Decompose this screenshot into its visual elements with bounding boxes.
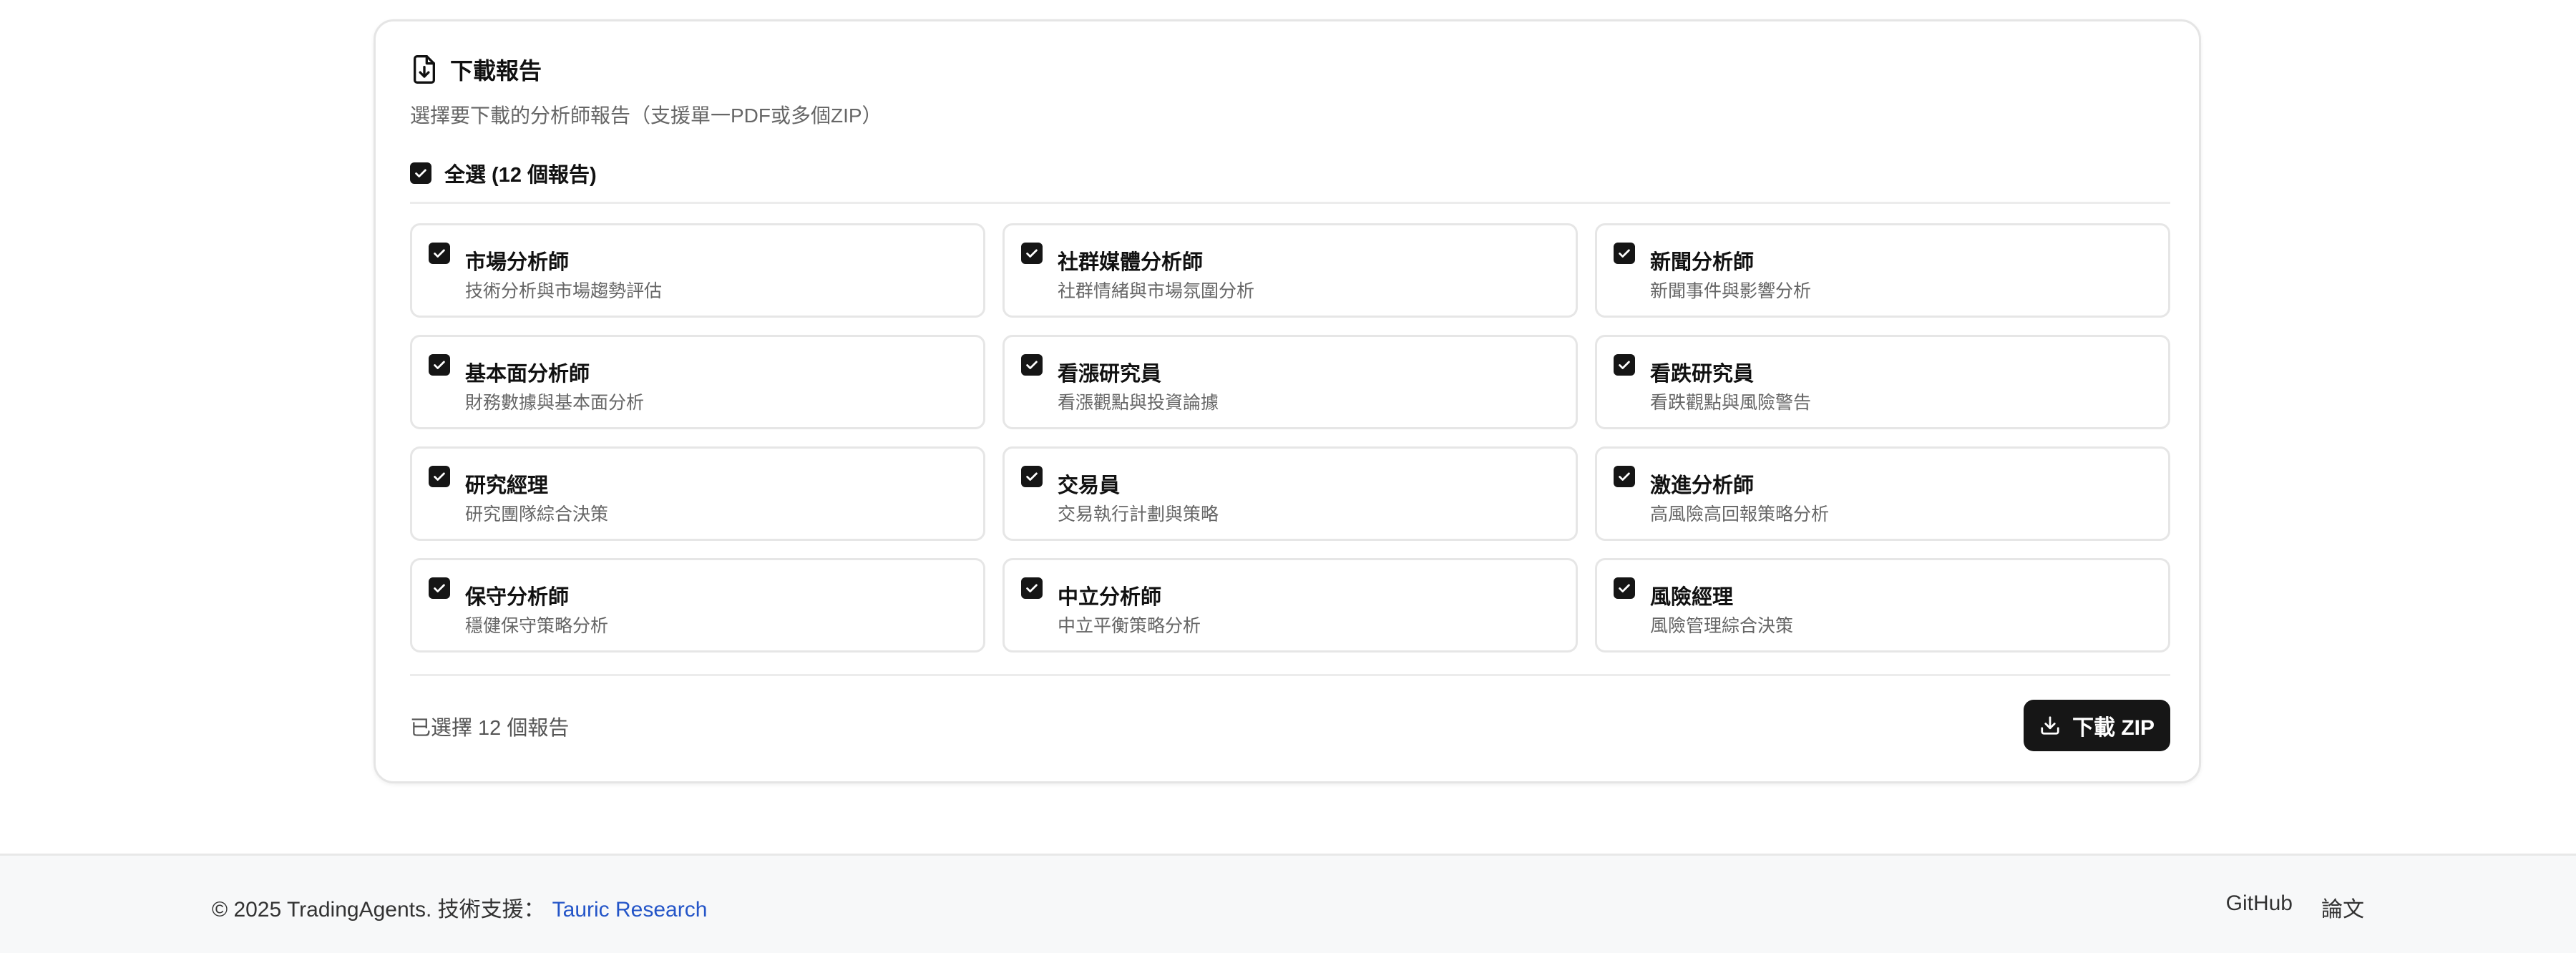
select-all-checkbox[interactable]: 全選 (12 個報告)	[410, 157, 597, 189]
report-description: 新聞事件與影響分析	[1650, 281, 1812, 301]
report-name: 新聞分析師	[1650, 251, 1755, 274]
report-name: 研究經理	[465, 474, 549, 497]
report-item[interactable]: 風險經理風險管理綜合決策	[1595, 558, 2170, 653]
report-name: 激進分析師	[1650, 474, 1755, 497]
check-icon[interactable]	[1021, 466, 1043, 487]
report-name: 看跌研究員	[1650, 363, 1755, 386]
selected-count: 已選擇 12 個報告	[410, 717, 570, 740]
check-icon[interactable]	[429, 466, 450, 487]
report-item[interactable]: 看漲研究員看漲觀點與投資論據	[1002, 335, 1578, 429]
report-item[interactable]: 基本面分析師財務數據與基本面分析	[410, 335, 985, 429]
report-name: 看漲研究員	[1058, 363, 1162, 386]
check-icon[interactable]	[429, 577, 450, 599]
page-footer: © 2025 TradingAgents. 技術支援： Tauric Resear…	[0, 854, 2576, 953]
report-item[interactable]: 市場分析師技術分析與市場趨勢評估	[410, 223, 985, 318]
check-icon[interactable]	[1614, 243, 1635, 264]
report-item[interactable]: 保守分析師穩健保守策略分析	[410, 558, 985, 653]
select-all-label[interactable]: 全選 (12 個報告)	[444, 158, 597, 188]
check-icon[interactable]	[1614, 577, 1635, 599]
report-item[interactable]: 看跌研究員看跌觀點與風險警告	[1595, 335, 2170, 429]
report-item[interactable]: 社群媒體分析師社群情緒與市場氛圍分析	[1002, 223, 1578, 318]
report-item[interactable]: 研究經理研究團隊綜合決策	[410, 446, 985, 541]
report-item[interactable]: 激進分析師高風險高回報策略分析	[1595, 446, 2170, 541]
download-icon	[2041, 716, 2059, 735]
copyright: © 2025 TradingAgents. 技術支援： Tauric Resear…	[212, 891, 707, 923]
report-name: 市場分析師	[465, 251, 570, 274]
check-icon[interactable]	[1614, 354, 1635, 376]
check-icon[interactable]	[1614, 466, 1635, 487]
check-icon[interactable]	[429, 354, 450, 376]
report-description: 技術分析與市場趨勢評估	[465, 281, 663, 301]
report-description: 研究團隊綜合決策	[465, 504, 609, 524]
report-name: 風險經理	[1650, 586, 1734, 609]
paper-link[interactable]: 論文	[2321, 891, 2364, 923]
report-description: 財務數據與基本面分析	[465, 393, 645, 413]
check-icon[interactable]	[1021, 577, 1043, 599]
card-title: 下載報告	[450, 58, 542, 84]
download-reports-card: 下載報告 選擇要下載的分析師報告（支援單一PDF或多個ZIP） 全選 (12 個…	[374, 19, 2201, 783]
card-description: 選擇要下載的分析師報告（支援單一PDF或多個ZIP）	[410, 104, 882, 127]
report-description: 交易執行計劃與策略	[1058, 504, 1219, 524]
report-name: 社群媒體分析師	[1058, 251, 1204, 274]
report-name: 中立分析師	[1058, 586, 1162, 609]
divider	[410, 674, 2170, 676]
report-item[interactable]: 新聞分析師新聞事件與影響分析	[1595, 223, 2170, 318]
report-description: 風險管理綜合決策	[1650, 616, 1794, 636]
report-item[interactable]: 交易員交易執行計劃與策略	[1002, 446, 1578, 541]
report-description: 高風險高回報策略分析	[1650, 504, 1830, 524]
download-zip-button[interactable]: 下載 ZIP	[2024, 700, 2170, 751]
report-description: 看跌觀點與風險警告	[1650, 393, 1812, 413]
check-icon[interactable]	[1021, 354, 1043, 376]
github-link[interactable]: GitHub	[2226, 891, 2293, 923]
tauric-research-link[interactable]: Tauric Research	[552, 898, 708, 922]
report-description: 看漲觀點與投資論據	[1058, 393, 1219, 413]
report-item[interactable]: 中立分析師中立平衡策略分析	[1002, 558, 1578, 653]
check-icon[interactable]	[1021, 243, 1043, 264]
file-download-icon	[410, 54, 439, 85]
report-name: 基本面分析師	[465, 363, 590, 386]
copyright-text: © 2025 TradingAgents. 技術支援：	[212, 898, 545, 922]
report-description: 社群情緒與市場氛圍分析	[1058, 281, 1255, 301]
card-header: 下載報告	[410, 50, 542, 89]
report-name: 保守分析師	[465, 586, 570, 609]
check-icon[interactable]	[429, 243, 450, 264]
report-description: 穩健保守策略分析	[465, 616, 609, 636]
footer-links: GitHub 論文	[2226, 891, 2364, 923]
download-zip-label[interactable]: 下載 ZIP	[2072, 710, 2155, 741]
report-description: 中立平衡策略分析	[1058, 616, 1201, 636]
report-name: 交易員	[1058, 474, 1121, 497]
divider	[410, 202, 2170, 204]
check-icon[interactable]	[410, 162, 431, 184]
report-grid: 市場分析師 技術分析與市場趨勢評估 社群媒體分析師 社群情緒與市場氛圍分析 新聞分析師新…	[410, 223, 2170, 653]
